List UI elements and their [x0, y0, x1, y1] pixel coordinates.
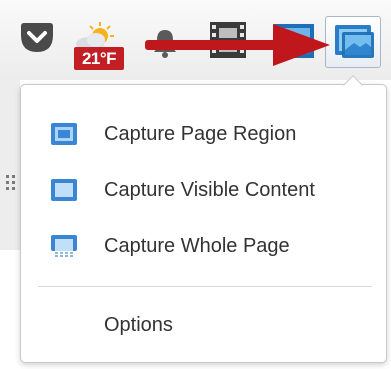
weather-button[interactable]: 21°F [70, 22, 124, 72]
pocket-button[interactable] [17, 20, 57, 56]
menu-item-options[interactable]: Options [104, 305, 173, 345]
options-label: Options [104, 313, 173, 336]
browser-toolbar: 21°F [0, 0, 391, 80]
page-region-icon [51, 123, 77, 145]
drag-handle-icon [6, 175, 15, 190]
red-arrow-icon [145, 24, 330, 66]
menu-item-capture-visible-content[interactable]: Capture Visible Content [50, 168, 370, 212]
menu-item-label: Capture Whole Page [104, 234, 290, 257]
menu-item-capture-whole-page[interactable]: Capture Whole Page [50, 224, 370, 268]
menu-item-label: Capture Visible Content [104, 178, 315, 201]
whole-page-icon [51, 235, 77, 257]
visible-content-icon [51, 179, 77, 201]
menu-item-label: Capture Page Region [104, 122, 297, 145]
weather-temperature: 21°F [74, 47, 124, 70]
pocket-icon [21, 23, 53, 52]
screenshot-stage: 21°F Capture Page Region Capture Visible… [0, 0, 391, 369]
capture-button[interactable] [325, 16, 381, 68]
capture-icon [335, 25, 374, 58]
menu-item-capture-page-region[interactable]: Capture Page Region [50, 112, 370, 156]
page-background [0, 80, 20, 250]
menu-separator [38, 286, 372, 287]
